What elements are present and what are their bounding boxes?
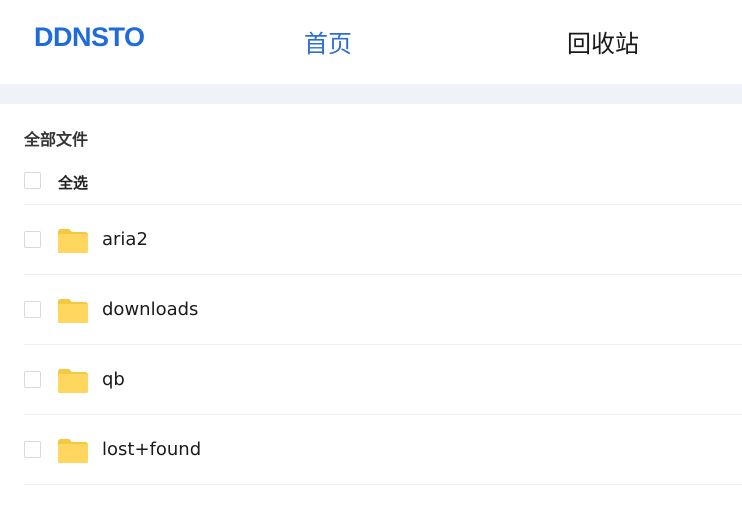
file-name[interactable]: qb (102, 369, 125, 390)
file-row[interactable]: downloads (24, 275, 742, 345)
select-all-row[interactable]: 全选 (24, 168, 742, 205)
folder-icon (58, 229, 88, 253)
file-name[interactable]: aria2 (102, 229, 148, 250)
file-row[interactable]: qb (24, 345, 742, 415)
select-all-checkbox[interactable] (24, 172, 41, 189)
folder-icon (58, 439, 88, 463)
row-checkbox[interactable] (24, 441, 41, 458)
ddnsto-logo[interactable]: DDNSTO (34, 22, 145, 53)
folder-icon (58, 299, 88, 323)
row-checkbox[interactable] (24, 371, 41, 388)
nav-recycle-bin-tab[interactable]: 回收站 (567, 24, 639, 59)
row-checkbox[interactable] (24, 301, 41, 318)
select-all-label: 全选 (58, 174, 89, 192)
top-nav-bar: DDNSTO 首页 回收站 (0, 0, 742, 84)
folder-icon (58, 369, 88, 393)
nav-home-tab[interactable]: 首页 (304, 24, 352, 59)
file-row[interactable]: lost+found (24, 415, 742, 485)
section-title: 全部文件 (24, 130, 89, 149)
file-row[interactable]: aria2 (24, 205, 742, 275)
file-name[interactable]: downloads (102, 299, 198, 320)
row-checkbox[interactable] (24, 231, 41, 248)
file-name[interactable]: lost+found (102, 439, 201, 460)
header-divider (0, 84, 742, 104)
